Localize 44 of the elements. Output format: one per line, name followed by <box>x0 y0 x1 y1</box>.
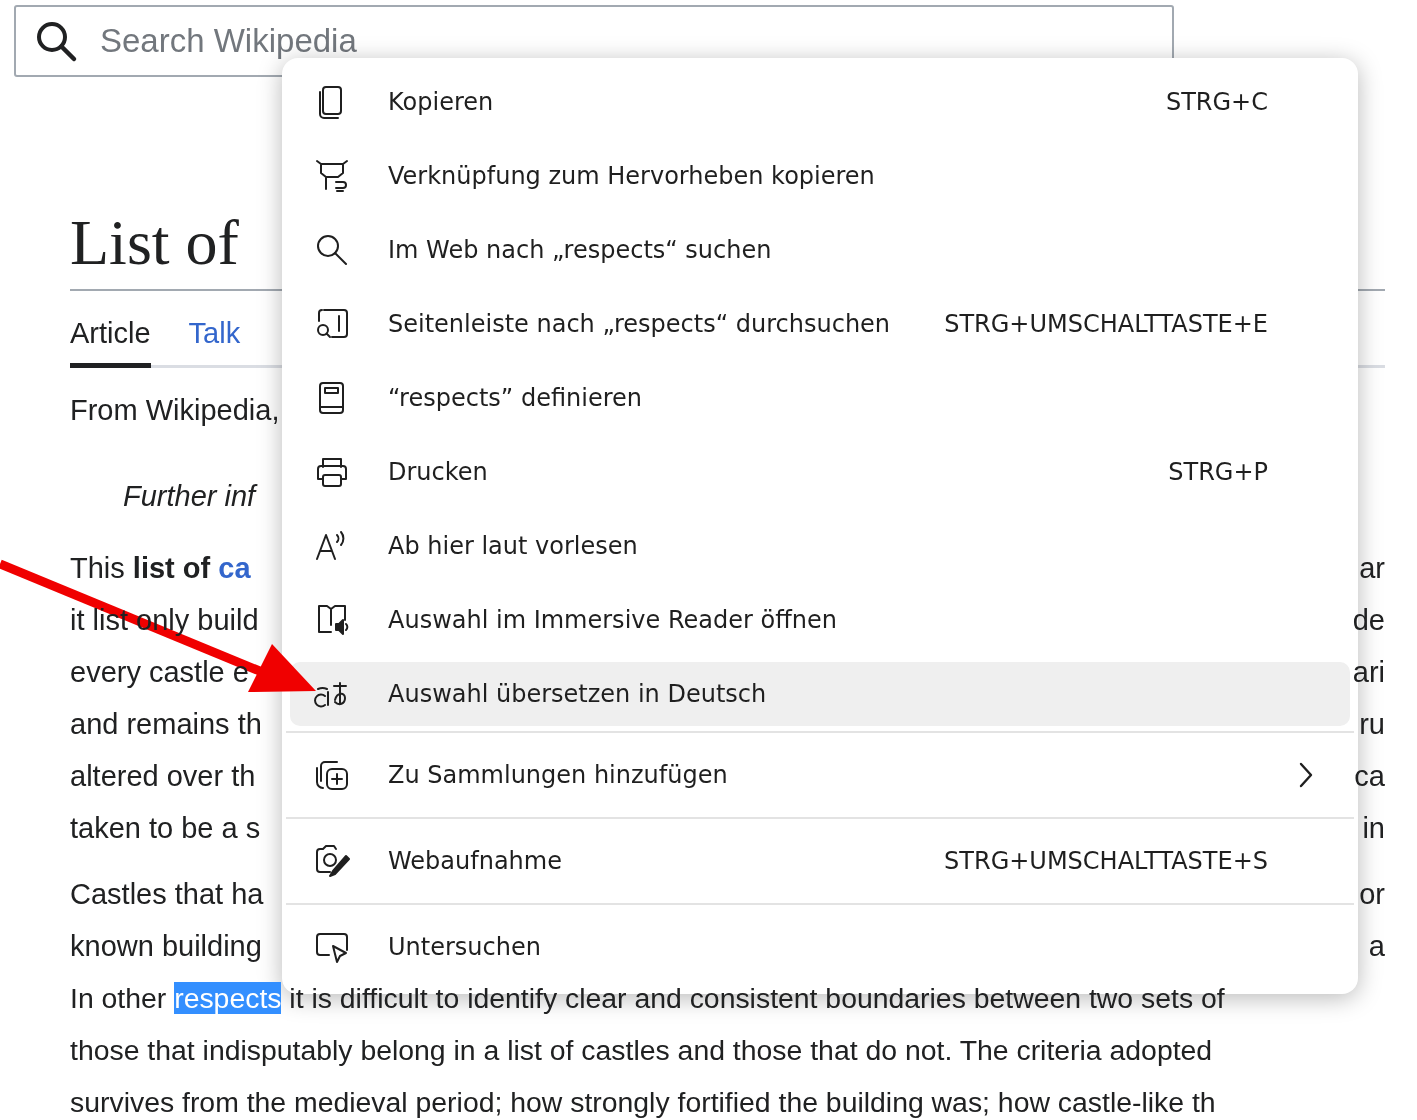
menu-item[interactable]: Seitenleiste nach „respects“ durchsuchen STRG+UMSCHALTTASTE+E <box>290 287 1350 361</box>
menu-item[interactable]: Im Web nach „respects“ suchen <box>290 213 1350 287</box>
hatnote: Further inf <box>123 479 256 514</box>
paragraph-text: This list of ca <box>70 551 251 585</box>
page-tab[interactable]: Talk <box>188 313 241 362</box>
paragraph-text: Castles that ha <box>70 877 264 911</box>
paragraph-text: ari <box>1352 655 1385 689</box>
shortcut-text: STRG+P <box>1168 458 1268 486</box>
shortcut-text: STRG+UMSCHALTTASTE+E <box>944 310 1268 338</box>
link-icon <box>314 158 350 194</box>
paragraph-text: taken to be a s <box>70 811 261 845</box>
paragraph-text: and remains th <box>70 707 262 741</box>
paragraph-text: ru <box>1359 707 1385 741</box>
paragraph-text: it list only build <box>70 603 259 637</box>
article-link[interactable]: ca <box>218 552 251 584</box>
paragraph-text: ar <box>1359 551 1385 585</box>
paragraph-text: survives from the medieval period; how strongly fortified the building was; how castle-like th <box>70 1085 1216 1119</box>
menu-item[interactable]: Auswahl im Immersive Reader öffnen <box>290 583 1350 657</box>
paragraph-text: or <box>1359 877 1385 911</box>
menu-item[interactable]: “respects” definieren <box>290 361 1350 435</box>
menu-item[interactable]: Zu Sammlungen hinzufügen <box>290 738 1350 812</box>
paragraph-text: In other respects it is difficult to identify clear and consistent boundaries between two sets of <box>70 981 1225 1015</box>
paragraph-text: those that indisputably belong in a list of castles and those that do not. The criteria adopted <box>70 1033 1213 1067</box>
shortcut-text: STRG+C <box>1165 88 1268 116</box>
page-tab[interactable]: Article <box>70 313 151 368</box>
tagline: From Wikipedia, <box>70 393 280 428</box>
page-title: List of <box>70 206 239 280</box>
menu-item[interactable]: Auswahl übersetzen in Deutsch <box>290 662 1350 726</box>
paragraph-text: in <box>1362 811 1385 845</box>
paragraph-text: de <box>1352 603 1385 637</box>
paragraph-text: a <box>1368 929 1385 963</box>
chevron-right-icon <box>1298 761 1314 789</box>
menu-item[interactable]: Ab hier laut vorlesen <box>290 509 1350 583</box>
paragraph-text: altered over th <box>70 759 256 793</box>
menu-item[interactable]: Webaufnahme STRG+UMSCHALTTASTE+S <box>290 824 1350 898</box>
camera-icon <box>314 843 350 879</box>
paragraph-text: ca <box>1354 759 1385 793</box>
menu-item[interactable]: Drucken STRG+P <box>290 435 1350 509</box>
search-icon <box>314 232 350 268</box>
menu-item[interactable]: Untersuchen <box>290 910 1350 984</box>
menu-item[interactable]: Verknüpfung zum Hervorheben kopieren <box>290 139 1350 213</box>
shortcut-text: STRG+UMSCHALTTASTE+S <box>944 847 1268 875</box>
search-icon <box>34 19 78 63</box>
paragraph-text: known building <box>70 929 262 963</box>
